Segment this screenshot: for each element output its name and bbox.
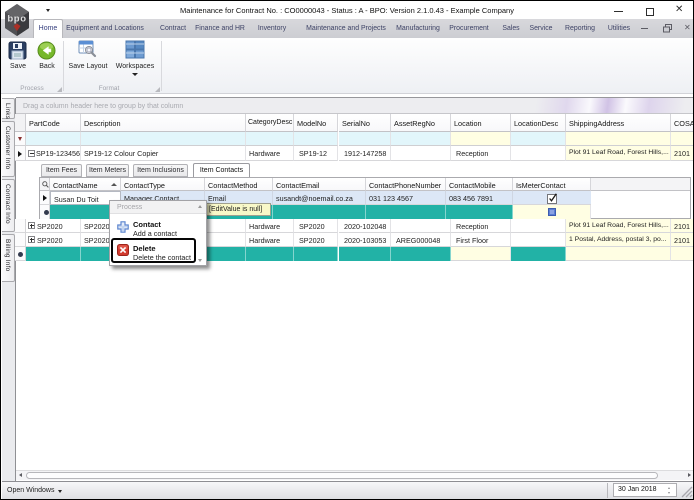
svg-text:bpo: bpo xyxy=(7,14,26,25)
